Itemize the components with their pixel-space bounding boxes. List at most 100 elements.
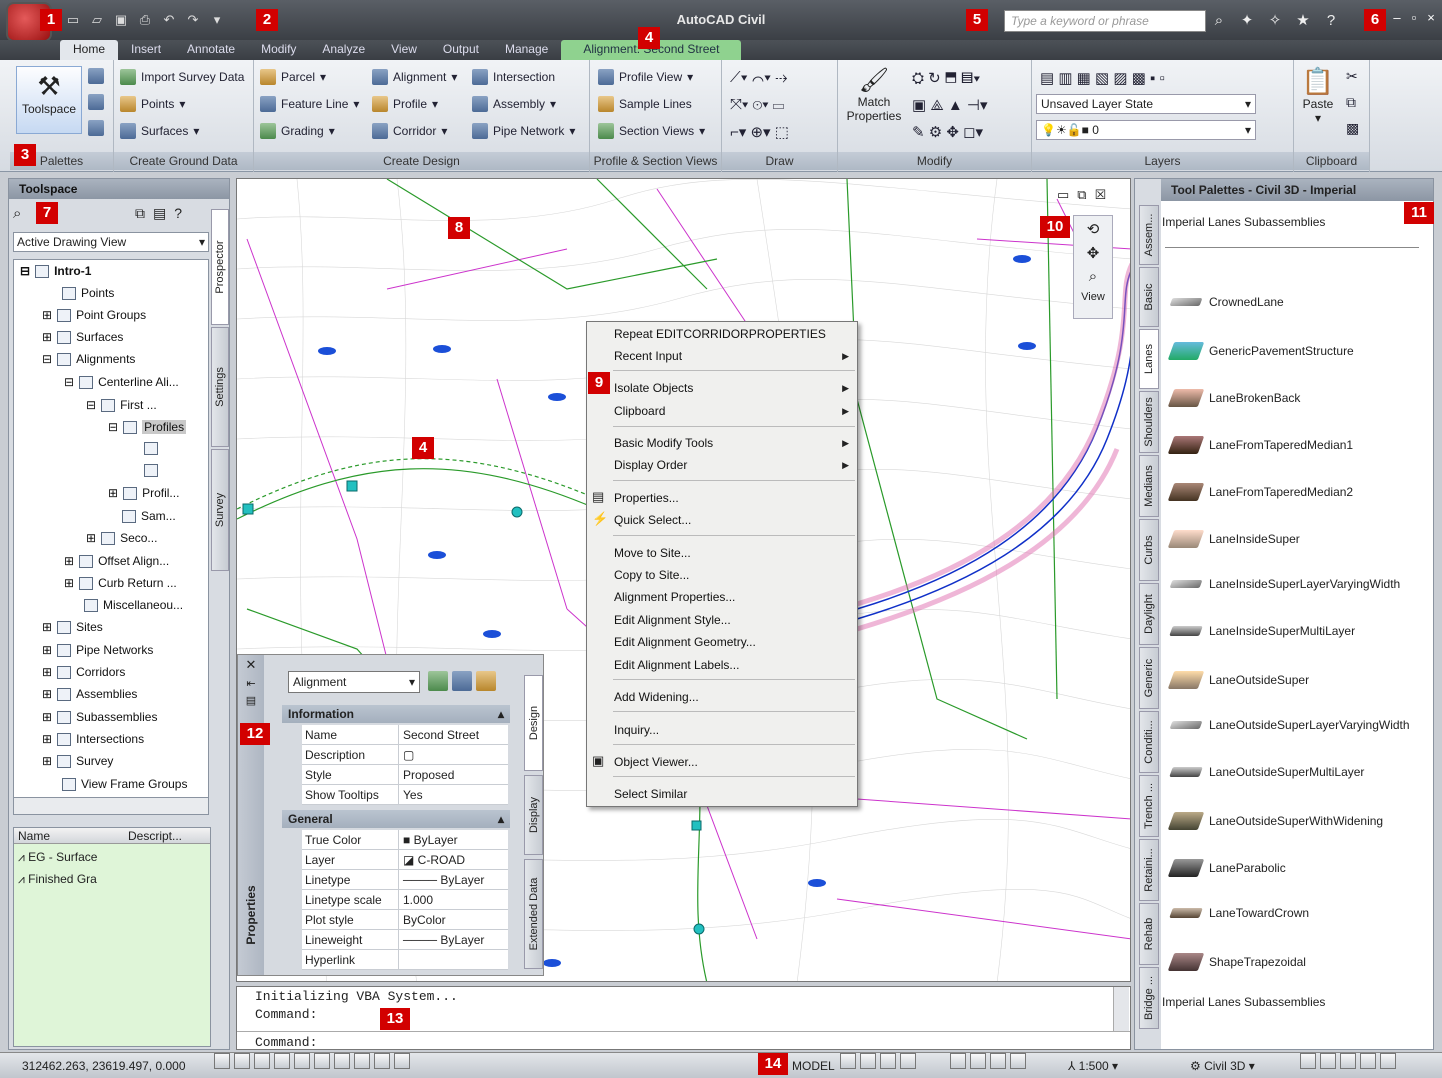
model-space-toggle[interactable]: MODEL: [792, 1059, 835, 1073]
panel-title[interactable]: Modify: [838, 152, 1031, 170]
zoom-status-icon[interactable]: [970, 1053, 986, 1069]
menu-item-repeat[interactable]: Repeat EDITCORRIDORPROPERTIES: [614, 327, 826, 341]
pan-status-icon[interactable]: [950, 1053, 966, 1069]
search-icon[interactable]: ⌕: [13, 205, 21, 222]
menu-item-copy-to-site[interactable]: Copy to Site...: [614, 568, 689, 582]
menu-item-clipboard[interactable]: Clipboard: [614, 404, 665, 418]
isolate-objects-icon[interactable]: [1340, 1053, 1356, 1069]
section-information[interactable]: Information ▴: [282, 705, 510, 723]
alignment-button[interactable]: Alignment ▾: [372, 69, 457, 85]
property-row[interactable]: Linetype ──── ByLayer: [302, 870, 508, 890]
section-views-button[interactable]: Section Views ▾: [598, 123, 705, 139]
palette-item[interactable]: LaneOutsideSuperWithWidening: [1167, 812, 1383, 830]
menu-item-edit-alignment-geometry[interactable]: Edit Alignment Geometry...: [614, 635, 756, 649]
communication-icon[interactable]: ✧: [1266, 11, 1284, 31]
palette-tab[interactable]: Assem...: [1139, 205, 1159, 265]
point-tools-icon[interactable]: ⤧▾ ⊙▾ ▭: [730, 96, 784, 113]
menu-item-isolate-objects[interactable]: Isolate Objects: [614, 381, 693, 395]
palette-item[interactable]: LaneInsideSuper: [1167, 530, 1300, 548]
tab-prospector[interactable]: Prospector: [211, 209, 229, 325]
menu-item-object-viewer[interactable]: Object Viewer...: [614, 755, 698, 769]
toggle-pickadd-icon[interactable]: [428, 671, 448, 691]
tree-node[interactable]: ⊞ Survey: [42, 754, 113, 768]
properties-menu-icon[interactable]: ▤: [238, 694, 264, 707]
close-icon[interactable]: ×: [1424, 10, 1438, 25]
layer-dropdown[interactable]: 💡☀🔓■ 0 ▾: [1036, 120, 1256, 140]
tab-modify[interactable]: Modify: [248, 40, 309, 60]
menu-item-edit-alignment-style[interactable]: Edit Alignment Style...: [614, 613, 731, 627]
tree-node[interactable]: ⊞ Subassemblies: [42, 710, 157, 724]
line-tools-icon[interactable]: ⟋▾ ⌒▾ ⇢: [730, 69, 787, 86]
close-icon[interactable]: ✕: [238, 657, 264, 673]
menu-item-display-order[interactable]: Display Order: [614, 458, 687, 472]
layer-tools-icons[interactable]: ▤ ▥ ▦ ▧ ▨ ▩ ▪ ▫: [1040, 69, 1165, 87]
palette-icon-3[interactable]: [88, 120, 104, 136]
profile-button[interactable]: Profile ▾: [372, 96, 438, 112]
tab-design[interactable]: Design: [524, 675, 543, 771]
tree-node[interactable]: ⊟ Alignments: [42, 352, 135, 366]
tree-node[interactable]: ⊞ Assemblies: [42, 687, 137, 701]
command-scrollbar[interactable]: [1113, 987, 1129, 1031]
paste-button[interactable]: 📋 Paste ▾: [1298, 66, 1338, 136]
options-icon[interactable]: ▤: [153, 205, 166, 222]
list-item[interactable]: ⩘ Finished Gra: [18, 872, 97, 887]
profile-view-button[interactable]: Profile View ▾: [598, 69, 693, 85]
match-properties-button[interactable]: 🖌 Match Properties: [844, 66, 904, 136]
wheel-status-icon[interactable]: [990, 1053, 1006, 1069]
tab-analyze[interactable]: Analyze: [309, 40, 378, 60]
minimize-icon[interactable]: –: [1390, 10, 1404, 25]
menu-item-properties[interactable]: Properties...: [614, 491, 679, 505]
command-line[interactable]: Initializing VBA System... Command: Comm…: [236, 986, 1131, 1050]
palette-item[interactable]: LaneOutsideSuperLayerVaryingWidth: [1169, 718, 1410, 732]
import-survey-data-button[interactable]: Import Survey Data: [120, 69, 244, 85]
palette-item[interactable]: LaneFromTaperedMedian1: [1167, 436, 1353, 454]
tab-insert[interactable]: Insert: [118, 40, 174, 60]
viewport-restore-icon[interactable]: ⧉: [1077, 187, 1086, 203]
clean-screen-icon[interactable]: [1380, 1053, 1396, 1069]
palette-tab[interactable]: Curbs: [1139, 519, 1159, 581]
tree-node-selected[interactable]: ⊟ Profiles: [108, 420, 187, 434]
palette-tab[interactable]: Daylight: [1139, 583, 1159, 645]
tree-node[interactable]: ⊞ Corridors: [42, 665, 125, 679]
tree-node[interactable]: ⊞ Surfaces: [42, 330, 123, 344]
tab-home[interactable]: Home: [60, 40, 119, 60]
otrack-icon[interactable]: [314, 1053, 330, 1069]
subscription-icon[interactable]: ✦: [1238, 11, 1256, 31]
workspace-switch[interactable]: ⚙ Civil 3D ▾: [1190, 1059, 1255, 1073]
pipe-network-button[interactable]: Pipe Network ▾: [472, 123, 575, 139]
tree-node[interactable]: View Frame Groups: [62, 777, 187, 791]
tree-node[interactable]: ⊟ Intro-1: [20, 264, 91, 278]
layer-state-dropdown[interactable]: Unsaved Layer State ▾: [1036, 94, 1256, 114]
search-input[interactable]: Type a keyword or phrase: [1004, 10, 1206, 32]
sample-lines-button[interactable]: Sample Lines: [598, 96, 692, 112]
menu-item-add-widening[interactable]: Add Widening...: [614, 690, 699, 704]
property-row[interactable]: Show Tooltips Yes: [302, 785, 508, 805]
panel-title[interactable]: Clipboard: [1294, 152, 1369, 170]
showmotion-icon[interactable]: [1010, 1053, 1026, 1069]
modify-tools-row3[interactable]: ✎ ⚙ ✥ ◻▾: [912, 123, 983, 141]
corridor-button[interactable]: Corridor ▾: [372, 123, 447, 139]
panel-title[interactable]: Create Design: [254, 152, 589, 170]
tab-extended-data[interactable]: Extended Data: [524, 859, 543, 969]
palette-tab[interactable]: Trench ...: [1139, 775, 1159, 837]
menu-item-recent-input[interactable]: Recent Input: [614, 349, 682, 363]
palette-item[interactable]: LaneBrokenBack: [1167, 389, 1300, 407]
palette-tab[interactable]: Rehab: [1139, 903, 1159, 965]
tree-node[interactable]: ⊟ Centerline Ali...: [64, 375, 179, 389]
panel-title[interactable]: Create Ground Data: [114, 152, 253, 170]
palette-item[interactable]: CrownedLane: [1169, 295, 1284, 309]
pan-icon[interactable]: ✥: [1074, 244, 1112, 262]
property-row[interactable]: Plot style ByColor: [302, 910, 508, 930]
parcel-button[interactable]: Parcel ▾: [260, 69, 326, 85]
binoculars-icon[interactable]: ⌕: [1210, 11, 1228, 31]
column-description-header[interactable]: Descript...: [128, 829, 182, 843]
view-dropdown[interactable]: Active Drawing View ▾: [13, 232, 209, 252]
modify-tools-row2[interactable]: ▣ ⟁ ▲ ⊣▾: [912, 96, 988, 114]
tab-view[interactable]: View: [378, 40, 430, 60]
panel-title[interactable]: Draw: [722, 152, 837, 170]
select-objects-icon[interactable]: [452, 671, 472, 691]
tab-manage[interactable]: Manage: [492, 40, 561, 60]
palette-tab[interactable]: Retaini...: [1139, 839, 1159, 901]
annotation-scale[interactable]: ⅄ 1:500 ▾: [1068, 1059, 1118, 1073]
menu-item-basic-modify-tools[interactable]: Basic Modify Tools: [614, 436, 713, 450]
